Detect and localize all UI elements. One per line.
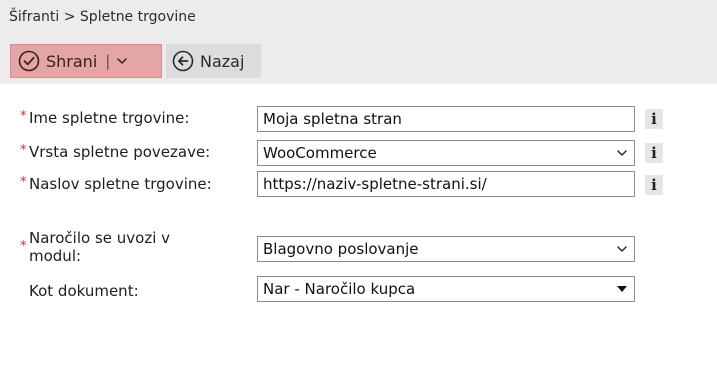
document-label: Kot dokument: (29, 282, 139, 300)
chevron-down-icon (616, 147, 628, 159)
required-marker: * (20, 109, 27, 124)
required-marker: * (20, 143, 27, 158)
back-button-label: Nazaj (200, 51, 245, 71)
save-dropdown-chevron-down-icon[interactable] (116, 55, 128, 67)
order-module-select[interactable]: Blagovno poslovanje (257, 236, 635, 262)
toolbar-area: Šifranti > Spletne trgovine Shrani | Naz… (0, 0, 717, 84)
required-marker: * (20, 239, 27, 254)
order-module-label-line2: modul: (29, 247, 82, 265)
check-circle-icon (18, 50, 40, 72)
document-value: Nar - Naročilo kupca (263, 280, 416, 298)
info-icon[interactable]: i (645, 143, 663, 163)
chevron-down-icon (616, 243, 628, 255)
link-type-select[interactable]: WooCommerce (257, 140, 635, 166)
store-name-label: Ime spletne trgovine: (29, 109, 190, 127)
save-button[interactable]: Shrani | (10, 44, 162, 78)
save-button-label: Shrani (46, 51, 98, 71)
arrow-left-circle-icon (172, 50, 194, 72)
info-icon[interactable]: i (645, 109, 663, 129)
link-type-label: Vrsta spletne povezave: (29, 143, 211, 161)
document-select[interactable]: Nar - Naročilo kupca (257, 276, 635, 302)
breadcrumb: Šifranti > Spletne trgovine (9, 9, 196, 25)
info-icon[interactable]: i (645, 175, 663, 195)
required-marker: * (20, 175, 27, 190)
caret-down-icon (616, 284, 628, 294)
link-type-value: WooCommerce (263, 144, 377, 162)
order-module-label-line1: Naročilo se uvozi v (29, 229, 171, 247)
store-url-input[interactable] (257, 171, 635, 197)
order-module-value: Blagovno poslovanje (263, 240, 419, 258)
back-button[interactable]: Nazaj (166, 44, 261, 78)
save-button-separator: | (105, 52, 111, 70)
store-name-input[interactable] (257, 106, 635, 132)
store-url-label: Naslov spletne trgovine: (29, 175, 212, 193)
